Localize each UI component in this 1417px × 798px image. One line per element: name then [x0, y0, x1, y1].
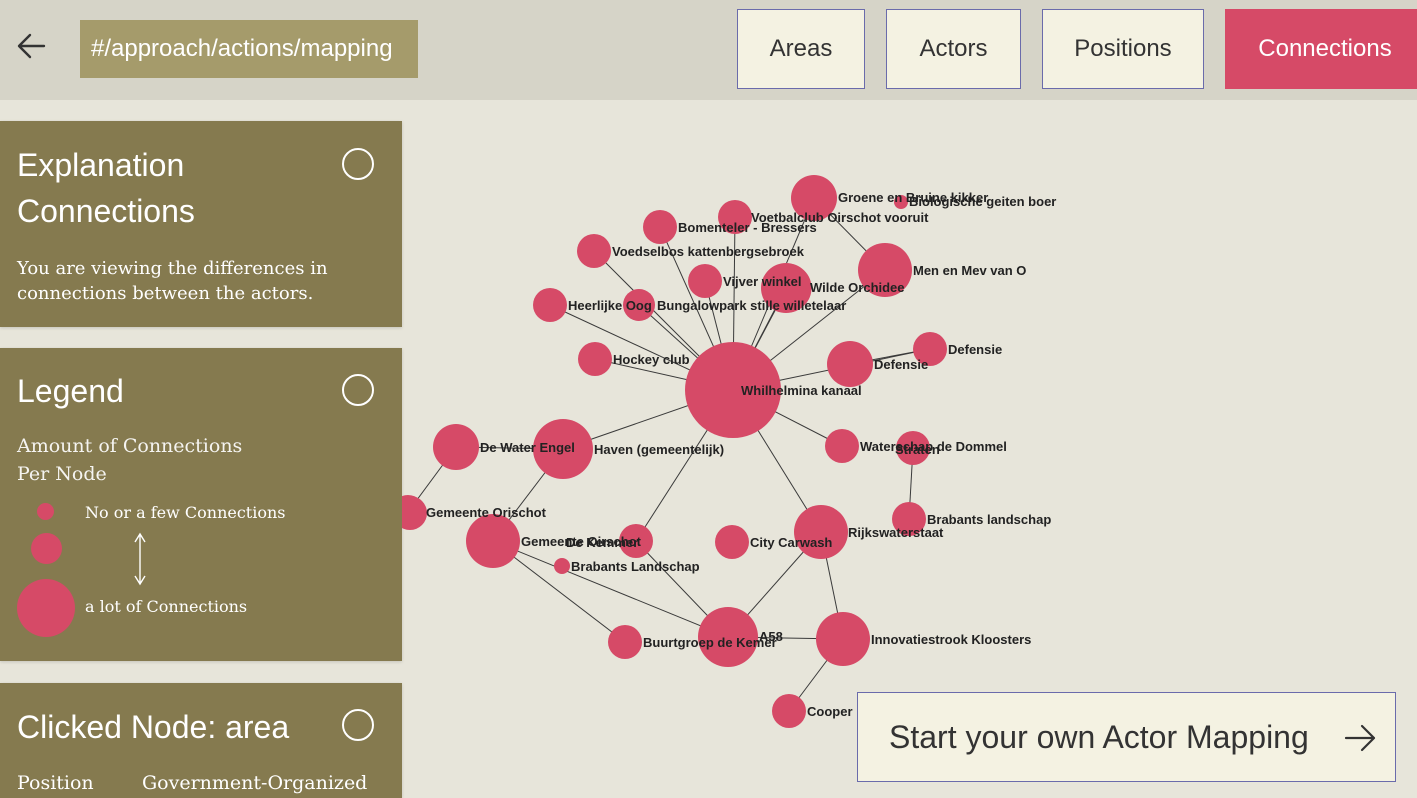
tab-areas[interactable]: Areas: [737, 9, 865, 89]
graph-label-wilde: Wilde Orchidee: [810, 280, 905, 295]
graph-node-bomenteler[interactable]: [643, 210, 677, 244]
back-arrow-icon[interactable]: [14, 28, 50, 64]
graph-label-a58: A58: [759, 629, 783, 644]
graph-edge: [492, 540, 729, 638]
graph-node-dewater[interactable]: [433, 424, 479, 470]
graph-label-dewater: De Water Engel: [480, 440, 575, 455]
tab-connections[interactable]: Connections: [1225, 9, 1417, 89]
arrow-right-icon: [1344, 724, 1376, 752]
graph-node-innovatie[interactable]: [816, 612, 870, 666]
graph-node-vijver[interactable]: [688, 264, 722, 298]
graph-label-brabantsL2: Brabants Landschap: [571, 559, 700, 574]
graph-node-cooper[interactable]: [772, 694, 806, 728]
graph-label-hockey: Hockey club: [613, 352, 690, 367]
legend-medium-node: [31, 533, 62, 564]
legend-few-label: No or a few Connections: [85, 503, 286, 522]
legend-many-label: a lot of Connections: [85, 597, 248, 616]
legend-toggle[interactable]: [342, 374, 374, 406]
graph-node-heerlijke[interactable]: [533, 288, 567, 322]
explanation-toggle[interactable]: [342, 148, 374, 180]
explanation-text: You are viewing the differences in conne…: [17, 258, 328, 304]
explanation-panel: Explanation Connections You are viewing …: [0, 121, 402, 327]
graph-node-defensie2[interactable]: [827, 341, 873, 387]
graph-label-heerlijke: Heerlijke Oog: [568, 298, 652, 313]
position-value: Government-Organized: [142, 772, 368, 794]
graph-node-waterschap[interactable]: [825, 429, 859, 463]
graph-label-haven: Haven (gemeentelijk): [594, 442, 724, 457]
url-path: #/approach/actions/mapping: [80, 20, 418, 78]
graph-label-orischot: Gemeente Orischot: [426, 505, 547, 520]
clicked-node-title: Clicked Node: area: [17, 709, 290, 745]
graph-label-men: Men en Mev van O: [913, 263, 1026, 278]
graph-node-oirschot[interactable]: [466, 514, 520, 568]
graph-label-voedselbos: Voedselbos kattenbergsebroek: [612, 244, 805, 259]
top-bar: #/approach/actions/mapping Areas Actors …: [0, 0, 1417, 100]
position-label: Position: [17, 772, 94, 794]
graph-node-carwash[interactable]: [715, 525, 749, 559]
graph-label-carwash: City Carwash: [750, 535, 832, 550]
legend-range-arrow-icon: [134, 532, 146, 586]
start-actor-mapping-button[interactable]: Start your own Actor Mapping: [857, 692, 1396, 782]
graph-label-vijver: Vijver winkel: [723, 274, 802, 289]
legend-large-node: [17, 579, 75, 637]
graph-label-bungalow: Bungalowpark stille willetelaar: [657, 298, 846, 313]
graph-node-leftedge[interactable]: [402, 496, 427, 530]
graph-label-innovatie: Innovatiestrook Kloosters: [871, 632, 1031, 647]
graph-label-defensie1: Defensie: [948, 342, 1002, 357]
graph-label-cooper: Cooper: [807, 704, 853, 719]
legend-subtitle: Amount of Connections Per Node: [17, 435, 243, 485]
tab-actors[interactable]: Actors: [886, 9, 1021, 89]
graph-node-voedselbos[interactable]: [577, 234, 611, 268]
graph-label-rijkswater: Rijkswaterstaat: [848, 525, 944, 540]
graph-label-biogeiten: Biologische geiten boer: [909, 194, 1056, 209]
graph-label-kemmer: De Kemmer: [566, 535, 638, 550]
graph-label-bomenteler: Bomenteler - Bressers: [678, 220, 817, 235]
tab-positions[interactable]: Positions: [1042, 9, 1204, 89]
graph-label-brabantsl: Brabants landschap: [927, 512, 1051, 527]
legend-small-node: [37, 503, 54, 520]
explanation-title: Explanation Connections: [17, 147, 195, 229]
clicked-node-toggle[interactable]: [342, 709, 374, 741]
graph-node-hockey[interactable]: [578, 342, 612, 376]
graph-node-rijkswater[interactable]: [794, 505, 848, 559]
graph-label-buurtgroep: Buurtgroep de Kemer: [643, 635, 777, 650]
legend-title: Legend: [17, 373, 124, 409]
clicked-node-panel: Clicked Node: area Position Government-O…: [0, 683, 402, 798]
graph-label-straten: Straten: [895, 442, 940, 457]
graph-node-buurtgroep[interactable]: [608, 625, 642, 659]
graph-label-whilhelmina: Whilhelmina kanaal: [741, 383, 862, 398]
graph-label-defensie2: Defensie: [874, 357, 928, 372]
start-actor-mapping-label: Start your own Actor Mapping: [889, 718, 1309, 755]
graph-node-brabantsL2[interactable]: [554, 558, 570, 574]
